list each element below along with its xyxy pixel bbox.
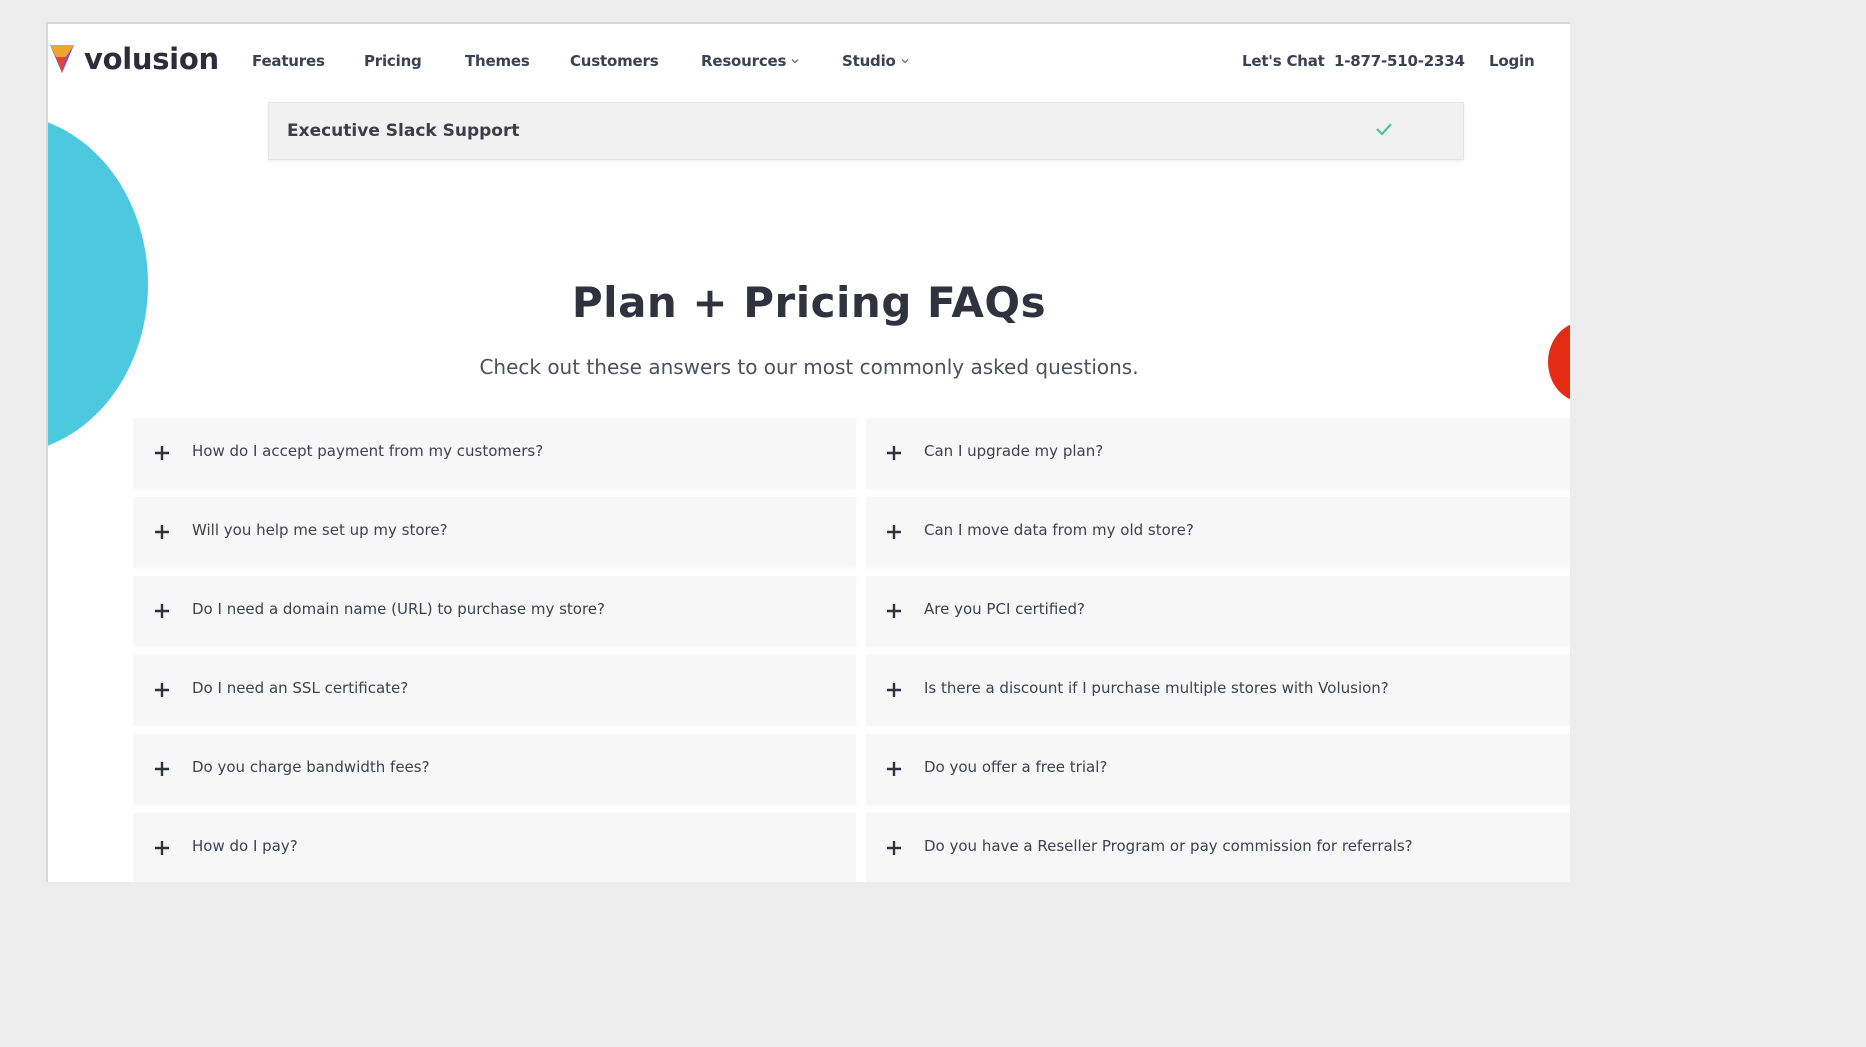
faq-item[interactable]: How do I pay? [134,813,856,882]
plus-icon [155,604,169,618]
plus-icon [155,762,169,776]
plus-icon [155,525,169,539]
faq-question: Are you PCI certified? [924,600,1085,618]
plus-icon [155,446,169,460]
faq-item[interactable]: Do I need an SSL certificate? [134,655,856,725]
nav-customers[interactable]: Customers [570,52,659,70]
faq-question: Is there a discount if I purchase multip… [924,679,1389,697]
faq-item[interactable]: Can I upgrade my plan? [866,418,1570,488]
faq-item[interactable]: Do you offer a free trial? [866,734,1570,804]
nav-pricing[interactable]: Pricing [364,52,422,70]
faq-question: How do I pay? [192,837,298,855]
plus-icon [887,525,901,539]
faq-title: Plan + Pricing FAQs [571,278,1047,327]
plus-icon [155,683,169,697]
nav-login[interactable]: Login [1489,52,1535,70]
top-nav: volusion Features Pricing Themes Custome… [48,24,1570,98]
nav-features[interactable]: Features [252,52,325,70]
plus-icon [887,604,901,618]
faq-question: Do you charge bandwidth fees? [192,758,430,776]
nav-studio-label: Studio [842,52,896,70]
volusion-logo-icon [50,45,74,73]
nav-resources[interactable]: Resources [701,52,800,70]
faq-item[interactable]: Can I move data from my old store? [866,497,1570,567]
plus-icon [887,841,901,855]
chevron-down-icon [901,59,909,64]
faq-item[interactable]: Will you help me set up my store? [134,497,856,567]
nav-themes[interactable]: Themes [465,52,530,70]
faq-item[interactable]: Do I need a domain name (URL) to purchas… [134,576,856,646]
page: volusion Features Pricing Themes Custome… [46,22,1570,882]
faq-item[interactable]: Is there a discount if I purchase multip… [866,655,1570,725]
chevron-down-icon [791,59,799,64]
faq-question: Do you offer a free trial? [924,758,1108,776]
plan-feature-row: Executive Slack Support [268,102,1464,160]
logo[interactable]: volusion [50,42,219,76]
faq-question: Will you help me set up my store? [192,521,448,539]
plus-icon [887,683,901,697]
nav-phone[interactable]: 1-877-510-2334 [1334,52,1465,70]
plus-icon [887,446,901,460]
nav-lets-chat[interactable]: Let's Chat [1242,52,1325,70]
plus-icon [155,841,169,855]
faq-question: Do you have a Reseller Program or pay co… [924,837,1413,855]
faq-question: Can I upgrade my plan? [924,442,1104,460]
faq-subtitle: Check out these answers to our most comm… [479,355,1139,379]
check-icon [1376,123,1392,136]
brand-name: volusion [84,42,219,76]
faq-item[interactable]: Are you PCI certified? [866,576,1570,646]
faq-question: Do I need a domain name (URL) to purchas… [192,600,605,618]
faq-item[interactable]: How do I accept payment from my customer… [134,418,856,488]
faq-question: Can I move data from my old store? [924,521,1194,539]
plus-icon [887,762,901,776]
plan-feature-label: Executive Slack Support [287,121,520,141]
nav-resources-label: Resources [701,52,787,70]
faq-item[interactable]: Do you have a Reseller Program or pay co… [866,813,1570,882]
faq-question: How do I accept payment from my customer… [192,442,544,460]
nav-studio[interactable]: Studio [842,52,910,70]
faq-item[interactable]: Do you charge bandwidth fees? [134,734,856,804]
faq-question: Do I need an SSL certificate? [192,679,409,697]
